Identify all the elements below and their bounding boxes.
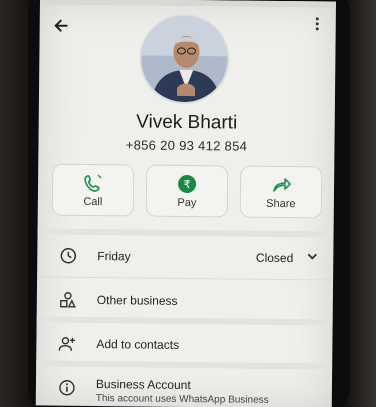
call-label: Call bbox=[83, 195, 103, 209]
add-person-icon bbox=[58, 335, 76, 353]
info-icon bbox=[58, 379, 76, 397]
clock-icon bbox=[59, 247, 77, 265]
status-bar bbox=[39, 0, 336, 8]
add-to-contacts-label: Add to contacts bbox=[96, 337, 180, 352]
dot-icon bbox=[315, 22, 319, 26]
svg-text:₹: ₹ bbox=[184, 178, 191, 191]
hours-day: Friday bbox=[97, 249, 131, 264]
other-business-label: Other business bbox=[96, 293, 178, 308]
share-icon bbox=[241, 174, 321, 197]
contact-name: Vivek Bharti bbox=[136, 111, 238, 134]
phone-icon bbox=[53, 172, 133, 195]
pay-label: Pay bbox=[177, 196, 197, 210]
profile-photo bbox=[140, 15, 230, 105]
contact-phone-number[interactable]: +856 20 93 412 854 bbox=[38, 136, 334, 154]
arrow-left-icon bbox=[54, 19, 68, 32]
avatar[interactable] bbox=[138, 13, 230, 105]
dot-icon bbox=[315, 27, 319, 31]
pay-button[interactable]: ₹ Pay bbox=[145, 164, 229, 218]
business-account-subtext: This account uses WhatsApp Business bbox=[95, 393, 269, 406]
more-options-button[interactable] bbox=[312, 15, 322, 37]
business-account-row[interactable]: Business Account This account uses Whats… bbox=[36, 368, 332, 407]
rupee-icon: ₹ bbox=[147, 173, 227, 196]
contact-info-screen: Vivek Bharti +856 20 93 412 854 Call ₹ P… bbox=[35, 0, 336, 407]
share-label: Share bbox=[266, 197, 296, 211]
business-account-label: Business Account bbox=[95, 377, 191, 393]
dot-icon bbox=[315, 17, 319, 21]
back-button[interactable] bbox=[52, 17, 72, 37]
share-button[interactable]: Share bbox=[239, 165, 323, 219]
hours-status: Closed bbox=[255, 250, 294, 266]
chevron-down-icon bbox=[305, 249, 319, 263]
shapes-icon bbox=[59, 291, 77, 309]
business-hours-row[interactable]: Friday Closed bbox=[37, 236, 333, 279]
action-buttons: Call ₹ Pay Share bbox=[51, 163, 323, 223]
call-button[interactable]: Call bbox=[51, 163, 135, 217]
